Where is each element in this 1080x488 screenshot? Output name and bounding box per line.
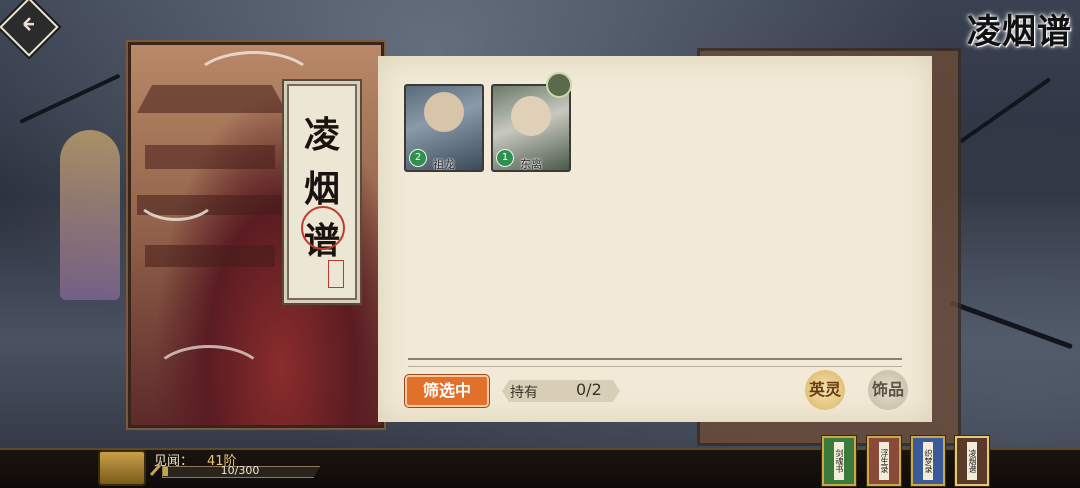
filter-button[interactable]: 筛选中 [405,375,489,407]
heroic-spirit-button[interactable]: 英灵 [805,370,845,410]
element-icon [546,72,572,98]
book-tab-sword[interactable]: 剑魂书 [822,436,856,486]
book-tab-label: 剑魂书 [834,442,844,480]
book-tab-label: 织梦录 [923,442,933,480]
book-title-plate: 凌 烟 谱 [287,84,357,300]
character-name: 祖龙 [433,158,455,171]
npc-figure [60,130,120,300]
ornament-button[interactable]: 饰品 [868,370,908,410]
book-tab-floating-life[interactable]: 浮生录 [867,436,901,486]
exp-progress-text: 10/300 [220,464,260,477]
character-name: 东离 [520,158,542,171]
book-tab-lingyan[interactable]: 凌烟谱 [955,436,989,486]
owned-label: 持有 [510,385,538,401]
treasure-chest-icon[interactable] [98,450,146,486]
book-tab-label: 凌烟谱 [967,442,977,480]
red-stamp-icon [328,260,344,288]
book-tab-dream[interactable]: 织梦录 [911,436,945,486]
divider [408,358,902,367]
page-title: 凌烟谱 [967,12,1072,52]
book-title-char: 烟 [303,168,340,210]
back-arrow-icon [23,17,34,32]
character-portrait [424,92,464,132]
character-card[interactable]: 2 祖龙 [404,84,484,172]
book-tab-label: 浮生录 [879,442,889,480]
book-title-char: 凌 [303,114,340,156]
character-portrait [511,96,551,136]
red-seal-circle [301,206,345,250]
owned-count: 0/2 [576,380,602,399]
